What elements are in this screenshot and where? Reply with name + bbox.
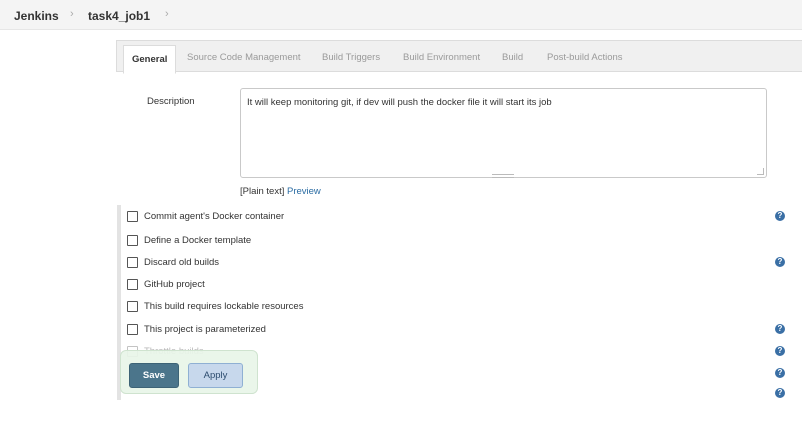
option-define-docker-template[interactable]: Define a Docker template: [127, 233, 251, 247]
option-label: Define a Docker template: [144, 234, 252, 246]
textarea-grip[interactable]: [492, 174, 514, 175]
checkbox[interactable]: [127, 323, 138, 335]
description-label: Description: [147, 96, 195, 107]
checkbox[interactable]: [127, 256, 138, 268]
textarea-grip[interactable]: [492, 177, 514, 178]
checkbox[interactable]: [127, 234, 138, 246]
help-icon[interactable]: ?: [775, 211, 785, 221]
help-icon[interactable]: ?: [775, 346, 785, 356]
help-icon[interactable]: ?: [775, 388, 785, 398]
option-label: Discard old builds: [144, 256, 219, 268]
help-icon[interactable]: ?: [775, 257, 785, 267]
plain-text-label: [Plain text]: [240, 186, 285, 197]
config-tabs: General Source Code Management Build Tri…: [116, 40, 802, 74]
breadcrumb-separator[interactable]: ›: [165, 8, 169, 20]
option-label: This project is parameterized: [144, 323, 266, 335]
tab-build[interactable]: Build: [502, 52, 523, 63]
checkbox[interactable]: [127, 210, 138, 222]
option-label: GitHub project: [144, 278, 205, 290]
option-discard-old-builds[interactable]: Discard old builds: [127, 255, 219, 269]
option-lockable-resources[interactable]: This build requires lockable resources: [127, 299, 303, 313]
help-icon[interactable]: ?: [775, 324, 785, 334]
tab-post-build-actions[interactable]: Post-build Actions: [547, 52, 623, 63]
resize-handle-icon[interactable]: [757, 168, 764, 175]
save-button[interactable]: Save: [129, 363, 179, 388]
description-format: [Plain text] Preview: [240, 186, 321, 197]
option-github-project[interactable]: GitHub project: [127, 277, 205, 291]
option-label: This build requires lockable resources: [144, 300, 304, 312]
description-textarea[interactable]: It will keep monitoring git, if dev will…: [240, 88, 767, 178]
option-label: Commit agent's Docker container: [144, 210, 285, 222]
apply-button[interactable]: Apply: [188, 363, 243, 388]
breadcrumb-separator[interactable]: ›: [70, 8, 74, 20]
option-parameterized[interactable]: This project is parameterized: [127, 322, 266, 336]
description-value: It will keep monitoring git, if dev will…: [247, 97, 552, 108]
tab-general[interactable]: General: [123, 45, 177, 74]
checkbox[interactable]: [127, 278, 138, 290]
option-commit-agent-docker[interactable]: Commit agent's Docker container: [127, 209, 284, 223]
breadcrumb-jenkins[interactable]: Jenkins: [14, 9, 59, 23]
tab-source-code-management[interactable]: Source Code Management: [187, 52, 301, 63]
checkbox[interactable]: [127, 300, 138, 312]
tab-build-environment[interactable]: Build Environment: [403, 52, 480, 63]
preview-link[interactable]: Preview: [287, 186, 321, 197]
breadcrumb-job[interactable]: task4_job1: [88, 9, 150, 23]
tab-build-triggers[interactable]: Build Triggers: [322, 52, 380, 63]
breadcrumb: Jenkins › task4_job1 ›: [0, 0, 802, 30]
help-icon[interactable]: ?: [775, 368, 785, 378]
